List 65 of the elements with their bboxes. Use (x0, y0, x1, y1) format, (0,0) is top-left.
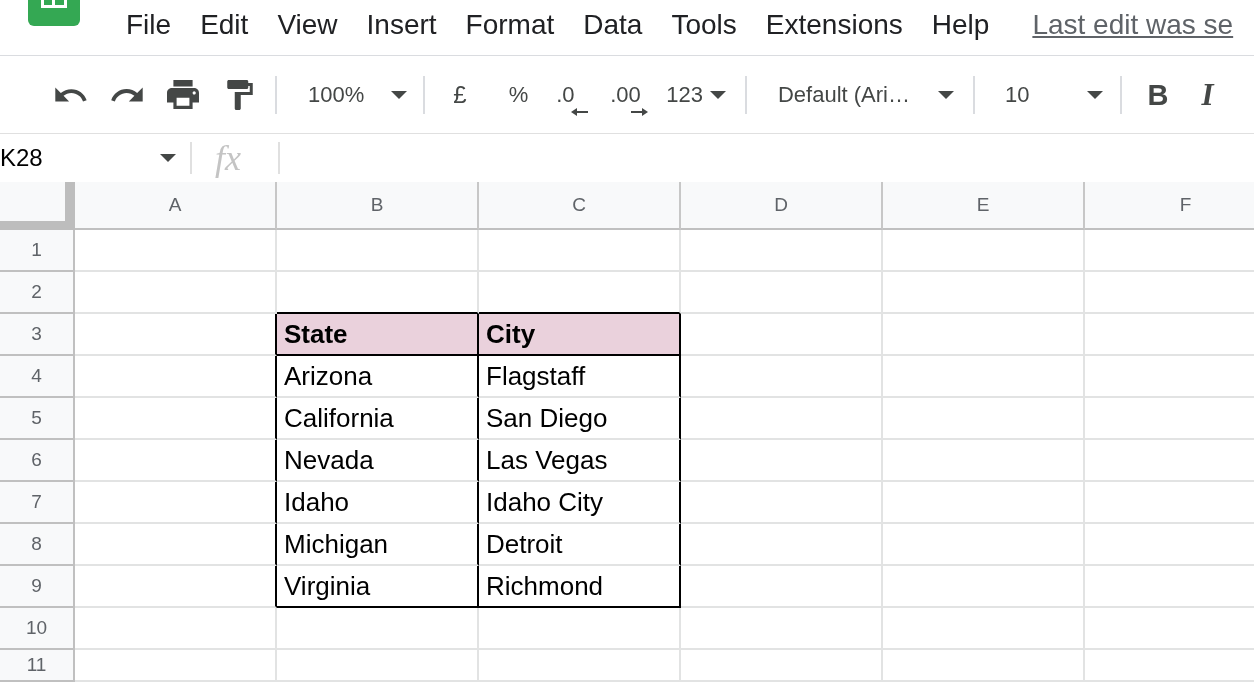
column-header[interactable]: B (277, 182, 479, 230)
column-header[interactable]: C (479, 182, 681, 230)
menu-item[interactable]: Tools (671, 9, 737, 41)
menu-item[interactable]: Insert (366, 9, 437, 41)
row-header[interactable]: 4 (0, 356, 75, 398)
table-cell: San Diego (479, 398, 681, 440)
print-icon[interactable] (167, 80, 199, 109)
row-header[interactable]: 8 (0, 524, 75, 566)
italic-button[interactable]: I (1201, 81, 1214, 108)
table-cell: Detroit (479, 524, 681, 566)
caret-icon (709, 90, 726, 99)
table-cell: Virginia (277, 566, 479, 608)
table-cell: Idaho (277, 482, 479, 524)
menu-item[interactable]: View (277, 9, 338, 41)
table-cell: Nevada (277, 440, 479, 482)
bold-button[interactable]: B (1147, 81, 1169, 108)
caret-icon (1087, 90, 1104, 99)
menu-item[interactable]: Data (583, 9, 643, 41)
row-header[interactable]: 6 (0, 440, 75, 482)
caret-icon (391, 90, 408, 99)
row-header[interactable]: 2 (0, 272, 75, 314)
menu-item[interactable]: File (126, 9, 172, 41)
number-format-dropdown[interactable]: 123 (666, 81, 726, 108)
row-header[interactable]: 1 (0, 230, 75, 272)
right-arrow-icon (631, 107, 649, 116)
increase-decimals-button[interactable]: .00 (610, 81, 649, 116)
last-edit-link[interactable]: Last edit was se (1032, 9, 1234, 41)
row-header[interactable]: 10 (0, 608, 75, 650)
menu-item[interactable]: Edit (200, 9, 249, 41)
column-header[interactable]: D (681, 182, 883, 230)
column-header[interactable]: F (1085, 182, 1254, 230)
paint-roller-icon[interactable] (227, 79, 253, 110)
table-header-cell: State (277, 314, 479, 356)
row-header[interactable]: 5 (0, 398, 75, 440)
caret-icon (937, 90, 954, 99)
redo-icon[interactable] (111, 87, 143, 102)
column-header[interactable]: E (883, 182, 1085, 230)
menu-item[interactable]: Extensions (765, 9, 903, 41)
left-arrow-icon (571, 107, 589, 116)
name-box[interactable]: K28 (0, 134, 176, 182)
row-header[interactable]: 3 (0, 314, 75, 356)
currency-button[interactable]: £ (453, 81, 467, 108)
function-label: fx (215, 138, 241, 178)
table-cell: Richmond (479, 566, 681, 608)
row-header[interactable]: 11 (0, 650, 75, 682)
table-cell: Flagstaff (479, 356, 681, 398)
row-header[interactable]: 9 (0, 566, 75, 608)
table-cell: Arizona (277, 356, 479, 398)
column-header[interactable]: A (75, 182, 277, 230)
caret-icon (160, 154, 176, 162)
table-cell: California (277, 398, 479, 440)
table-cell: Michigan (277, 524, 479, 566)
decrease-decimals-button[interactable]: .0 (556, 81, 589, 116)
zoom-dropdown[interactable]: 100% (308, 81, 408, 108)
undo-icon[interactable] (55, 87, 87, 102)
row-header[interactable]: 7 (0, 482, 75, 524)
percent-button[interactable]: % (508, 81, 529, 108)
table-cell: Idaho City (479, 482, 681, 524)
font-dropdown[interactable]: Default (Ari… (777, 81, 954, 108)
menu-item[interactable]: Help (931, 9, 990, 41)
table-cell: Las Vegas (479, 440, 681, 482)
font-size-dropdown[interactable]: 10 (1004, 81, 1104, 108)
app-logo-icon[interactable] (28, 0, 80, 26)
menu-item[interactable]: Format (465, 9, 555, 41)
table-header-cell: City (479, 314, 681, 356)
